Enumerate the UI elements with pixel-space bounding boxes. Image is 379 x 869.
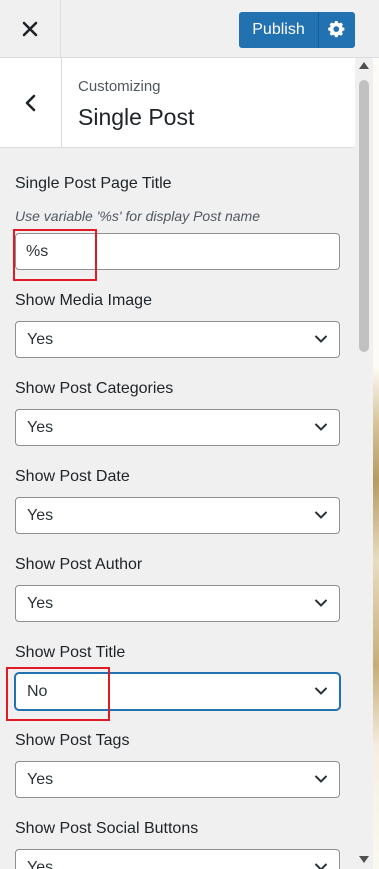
select-label: Show Post Tags <box>15 732 130 749</box>
select-value: Yes <box>27 859 54 869</box>
chevron-down-icon <box>314 423 328 431</box>
breadcrumb: Customizing <box>78 78 161 95</box>
close-button[interactable] <box>0 0 61 58</box>
section-title: Single Post <box>78 104 195 130</box>
select-value: Yes <box>27 771 54 788</box>
site-preview-edge <box>373 58 379 869</box>
scroll-up-arrow-icon[interactable] <box>359 62 369 69</box>
customizer-header: Publish <box>0 0 379 58</box>
page-title-label: Single Post Page Title <box>15 175 172 192</box>
select-label: Show Post Author <box>15 556 143 573</box>
select-value: Yes <box>27 331 54 348</box>
publish-group: Publish <box>239 12 355 48</box>
select-label: Show Post Date <box>15 468 130 485</box>
show-post-categories-select[interactable]: Yes <box>15 409 340 446</box>
show-post-social-buttons-select[interactable]: Yes <box>15 849 340 869</box>
show-post-tags-select[interactable]: Yes <box>15 761 340 798</box>
controls-panel: Single Post Page Title Use variable '%s'… <box>0 149 355 869</box>
publish-settings-button[interactable] <box>318 12 355 48</box>
page-title-description: Use variable '%s' for display Post name <box>15 208 261 224</box>
select-label: Show Post Categories <box>15 380 174 397</box>
section-header: Customizing Single Post <box>0 58 355 148</box>
chevron-down-icon <box>314 775 328 783</box>
back-button[interactable] <box>0 58 62 147</box>
show-media-image-select[interactable]: Yes <box>15 321 340 358</box>
show-post-date-select[interactable]: Yes <box>15 497 340 534</box>
select-value: Yes <box>27 507 54 524</box>
select-label: Show Media Image <box>15 292 152 309</box>
select-value: No <box>27 683 48 700</box>
chevron-down-icon <box>314 511 328 519</box>
publish-button[interactable]: Publish <box>239 12 318 48</box>
gear-icon <box>328 21 345 38</box>
select-label: Show Post Social Buttons <box>15 820 199 837</box>
select-value: Yes <box>27 595 54 612</box>
show-post-author-select[interactable]: Yes <box>15 585 340 622</box>
chevron-left-icon <box>25 94 35 111</box>
select-value: Yes <box>27 419 54 436</box>
panel-scrollbar[interactable] <box>355 58 373 869</box>
scroll-down-arrow-icon[interactable] <box>359 856 369 863</box>
page-title-input[interactable]: %s <box>15 233 340 270</box>
chevron-down-icon <box>314 863 328 869</box>
show-post-title-select[interactable]: No <box>15 673 340 710</box>
select-label: Show Post Title <box>15 644 126 661</box>
close-icon <box>22 21 38 37</box>
chevron-down-icon <box>314 687 328 695</box>
chevron-down-icon <box>314 335 328 343</box>
chevron-down-icon <box>314 599 328 607</box>
scroll-thumb[interactable] <box>359 80 369 352</box>
